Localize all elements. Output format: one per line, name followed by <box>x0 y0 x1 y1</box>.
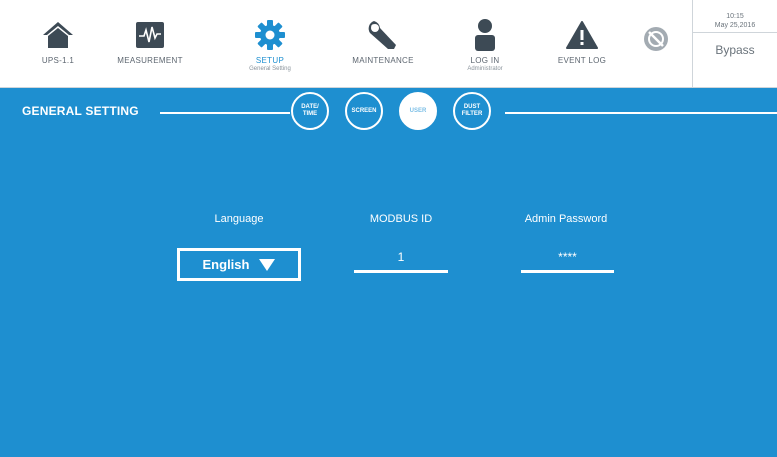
dropdown-arrow-icon <box>259 258 276 271</box>
datetime-display: 10:15 May 25,2016 <box>693 0 777 33</box>
header-divider-left <box>160 112 290 114</box>
page-title: GENERAL SETTING <box>22 104 139 118</box>
home-icon <box>40 18 76 52</box>
nav-label-measurement: MEASUREMENT <box>117 56 183 65</box>
tab-date-time-line1: DATE/ <box>301 104 319 110</box>
tab-dust-filter-line2: FILTER <box>461 111 483 117</box>
user-icon <box>467 18 503 52</box>
nav-item-ups[interactable]: UPS-1.1 <box>22 0 94 87</box>
time-text: 10:15 <box>726 13 744 20</box>
header-divider-right <box>505 112 777 114</box>
tab-date-time-line2: TIME <box>302 111 318 117</box>
top-navigation-bar: UPS-1.1 MEASUREMENT SETUP General Settin… <box>0 0 777 88</box>
tab-screen-label: SCREEN <box>351 107 377 114</box>
nav-item-login[interactable]: LOG IN Administrator <box>450 0 520 87</box>
nav-label-setup: SETUP <box>255 56 285 65</box>
tab-screen[interactable]: SCREEN <box>345 92 383 130</box>
modbus-id-label: MODBUS ID <box>369 213 433 225</box>
nav-sublabel-login: Administrator <box>467 66 503 72</box>
gear-icon <box>252 18 288 52</box>
nav-item-measurement[interactable]: MEASUREMENT <box>105 0 195 87</box>
tab-dust-filter[interactable]: DUST FILTER <box>453 92 491 130</box>
language-label: Language <box>214 213 264 225</box>
admin-password-input[interactable]: **** <box>521 246 614 273</box>
nav-sublabel-setup: General Setting <box>249 66 291 72</box>
warning-icon <box>564 18 600 52</box>
waveform-icon <box>132 18 168 52</box>
tab-user-label: USER <box>409 107 427 114</box>
nav-label-maintenance: MAINTENANCE <box>352 56 414 65</box>
tab-dust-filter-line1: DUST <box>463 104 481 110</box>
nav-item-setup[interactable]: SETUP General Setting <box>225 0 315 87</box>
ups-mode-status: Bypass <box>715 43 755 57</box>
date-text: May 25,2016 <box>714 22 756 29</box>
nav-label-ups: UPS-1.1 <box>41 56 75 65</box>
language-select[interactable]: English <box>177 248 301 281</box>
mute-button[interactable] <box>638 0 674 87</box>
modbus-id-input[interactable]: 1 <box>354 246 448 273</box>
nav-label-login: LOG IN <box>470 56 500 65</box>
tab-date-time[interactable]: DATE/TIME <box>291 92 329 130</box>
status-panel: 10:15 May 25,2016 Bypass <box>692 0 777 87</box>
admin-password-label: Admin Password <box>524 213 608 225</box>
nav-label-event-log: EVENT LOG <box>557 56 607 65</box>
mute-icon <box>638 22 674 56</box>
tab-user[interactable]: USER <box>399 92 437 130</box>
wrench-icon <box>365 18 401 52</box>
language-value: English <box>202 257 250 272</box>
nav-item-event-log[interactable]: EVENT LOG <box>542 0 622 87</box>
nav-item-maintenance[interactable]: MAINTENANCE <box>338 0 428 87</box>
